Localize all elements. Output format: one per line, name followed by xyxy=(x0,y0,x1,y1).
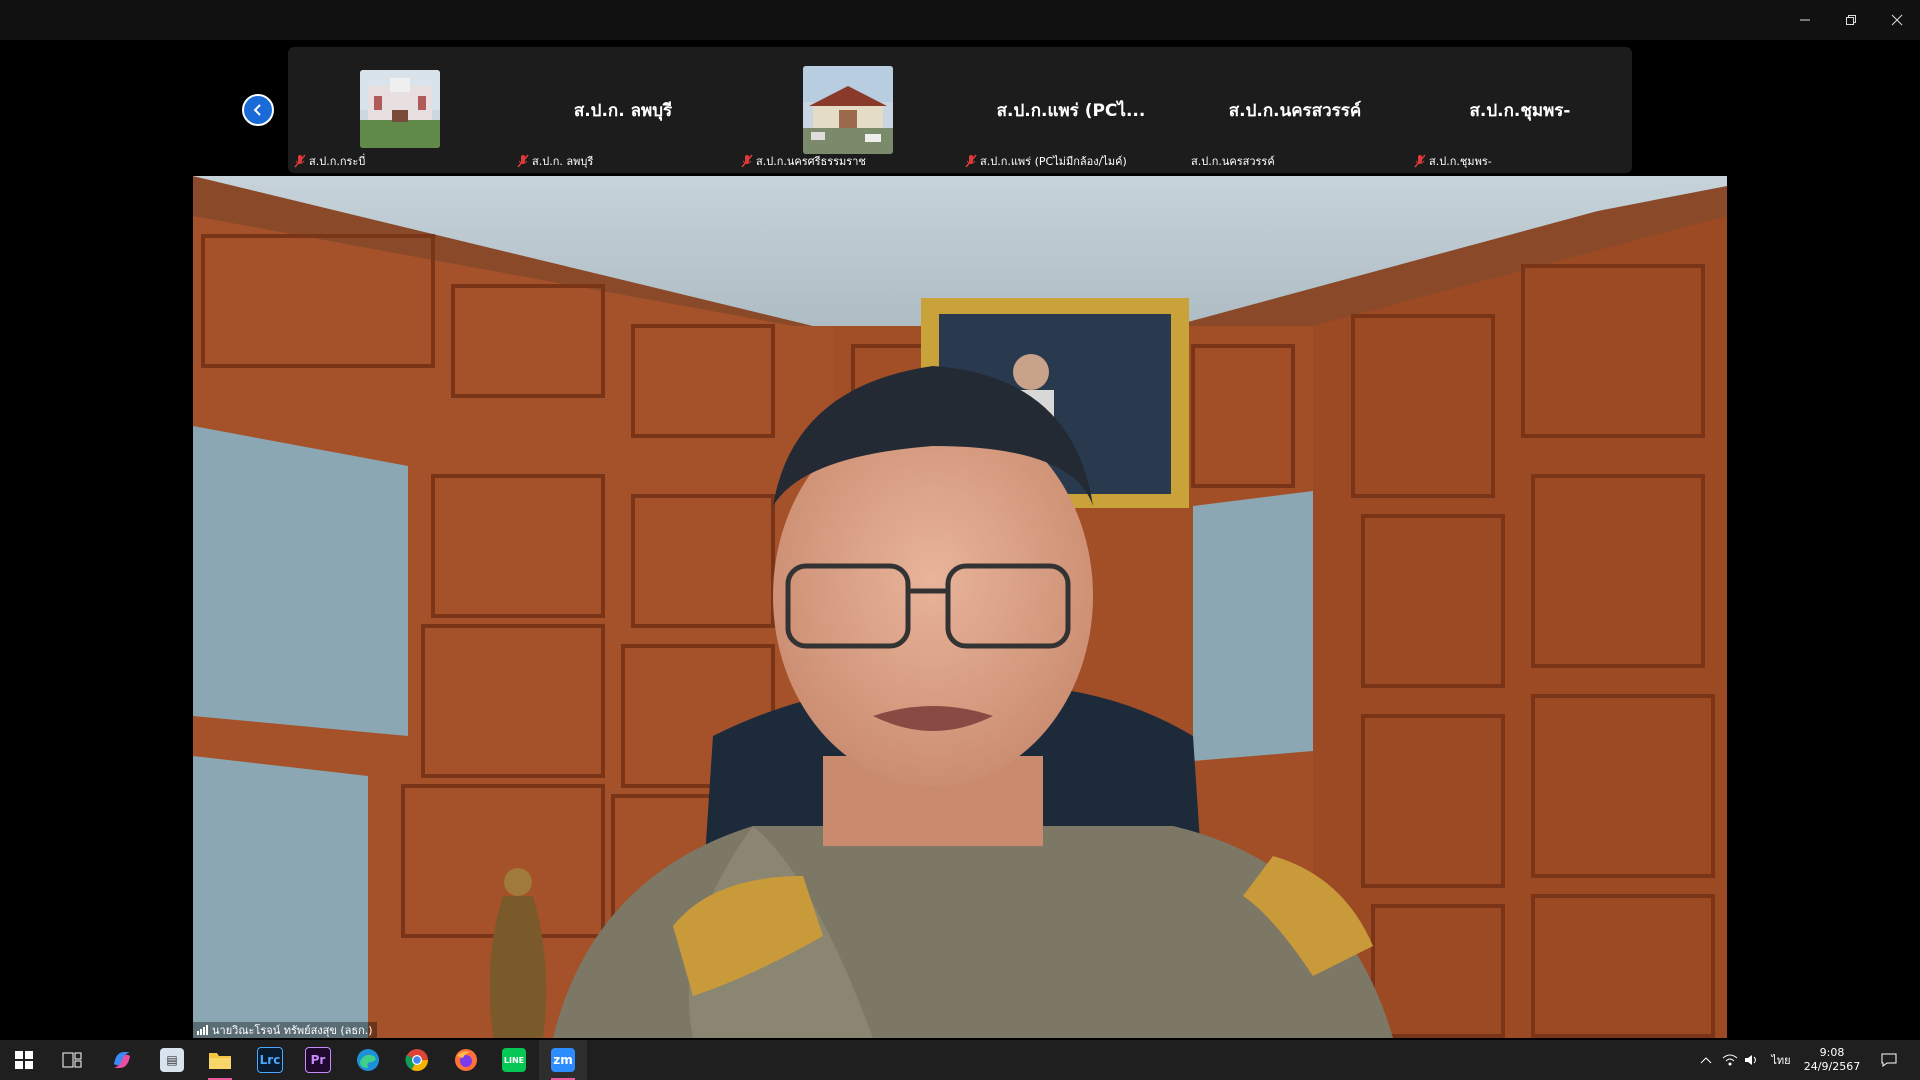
chevron-up-icon xyxy=(1700,1057,1712,1064)
signal-bars-icon xyxy=(197,1025,208,1035)
participant-tile[interactable]: ส.ป.ก.ชุมพร- ส.ป.ก.ชุมพร- xyxy=(1410,52,1630,172)
mic-muted-icon xyxy=(965,154,977,168)
wifi-icon xyxy=(1722,1054,1738,1066)
mic-muted-icon xyxy=(294,154,306,168)
active-speaker-name: นายวิณะโรจน์ ทรัพย์สงสุข (ลธก.) xyxy=(212,1024,373,1037)
pr-icon: Pr xyxy=(305,1047,331,1073)
tile-label-text: ส.ป.ก.แพร่ (PCไม่มีกล้อง/ไมค์) xyxy=(980,155,1127,168)
mic-muted-icon xyxy=(517,154,529,168)
premiere-button[interactable]: Pr xyxy=(294,1040,342,1080)
tile-label-text: ส.ป.ก.กระบี่ xyxy=(309,155,366,168)
chevron-left-icon xyxy=(253,104,261,116)
language-text: ไทย xyxy=(1771,1054,1791,1067)
zoom-icon: zm xyxy=(551,1048,575,1072)
participant-thumbnail xyxy=(803,66,893,154)
window-titlebar xyxy=(0,0,1920,40)
task-view-icon xyxy=(62,1052,82,1068)
firefox-button[interactable] xyxy=(442,1040,490,1080)
participant-name-label: ส.ป.ก.นครสวรรค์ xyxy=(1191,152,1275,170)
taskbar-clock[interactable]: 9:08 24/9/2567 xyxy=(1800,1040,1864,1080)
zoom-button[interactable]: zm xyxy=(539,1040,587,1080)
participant-tile[interactable]: ส.ป.ก.กระบี่ xyxy=(290,52,510,172)
participant-display-name: ส.ป.ก.นครสวรรค์ xyxy=(1228,101,1362,121)
speaker-icon xyxy=(1745,1055,1756,1065)
mic-muted-icon xyxy=(1414,154,1426,168)
participant-name-label: ส.ป.ก.กระบี่ xyxy=(294,152,365,170)
minimize-icon[interactable] xyxy=(1782,6,1828,34)
participant-display-name: ส.ป.ก. ลพบุรี xyxy=(573,101,673,121)
clock-date: 24/9/2567 xyxy=(1803,1060,1861,1073)
participant-display-name: ส.ป.ก.แพร่ (PCไ... xyxy=(996,101,1146,121)
edge-icon xyxy=(357,1049,379,1071)
tile-label-text: ส.ป.ก. ลพบุรี xyxy=(532,155,594,168)
show-hidden-icons-button[interactable] xyxy=(1696,1040,1716,1080)
file-explorer-button[interactable] xyxy=(196,1040,244,1080)
participant-thumbnail xyxy=(360,70,440,148)
firefox-icon xyxy=(455,1049,477,1071)
close-icon[interactable] xyxy=(1874,6,1920,34)
copilot-icon xyxy=(114,1052,130,1068)
participant-tile[interactable]: ส.ป.ก.นครศรีธรรมราช xyxy=(737,52,957,172)
notification-icon xyxy=(1881,1053,1897,1067)
copilot-button[interactable] xyxy=(98,1040,146,1080)
gallery-prev-button[interactable] xyxy=(242,94,274,126)
app-icon: ▤ xyxy=(160,1048,184,1072)
lrc-icon: Lrc xyxy=(257,1047,283,1073)
participant-tile[interactable]: ส.ป.ก.นครสวรรค์ ส.ป.ก.นครสวรรค์ xyxy=(1185,52,1405,172)
tile-label-text: ส.ป.ก.ชุมพร- xyxy=(1429,155,1492,168)
app-button[interactable]: ▤ xyxy=(148,1040,196,1080)
chrome-icon xyxy=(405,1049,428,1071)
participant-name-label: ส.ป.ก.ชุมพร- xyxy=(1414,152,1492,170)
tile-label-text: ส.ป.ก.นครสวรรค์ xyxy=(1191,155,1275,168)
participant-name-label: ส.ป.ก.แพร่ (PCไม่มีกล้อง/ไมค์) xyxy=(965,152,1127,170)
active-speaker-label: นายวิณะโรจน์ ทรัพย์สงสุข (ลธก.) xyxy=(193,1022,377,1038)
mic-muted-icon xyxy=(741,154,753,168)
participant-display-name: ส.ป.ก.ชุมพร- xyxy=(1469,101,1571,121)
folder-icon xyxy=(209,1053,231,1069)
participant-name-label: ส.ป.ก.นครศรีธรรมราช xyxy=(741,152,866,170)
network-status[interactable] xyxy=(1720,1040,1740,1080)
edge-button[interactable] xyxy=(344,1040,392,1080)
tile-label-text: ส.ป.ก.นครศรีธรรมราช xyxy=(756,155,866,168)
line-icon: LINE xyxy=(502,1048,526,1072)
active-speaker-video xyxy=(193,176,1727,1038)
windows-icon xyxy=(15,1051,33,1069)
language-indicator[interactable]: ไทย xyxy=(1766,1040,1796,1080)
task-view-button[interactable] xyxy=(48,1040,96,1080)
restore-icon[interactable] xyxy=(1828,6,1874,34)
line-button[interactable]: LINE xyxy=(490,1040,538,1080)
volume-control[interactable] xyxy=(1742,1040,1762,1080)
chrome-button[interactable] xyxy=(393,1040,441,1080)
start-button[interactable] xyxy=(0,1040,48,1080)
notifications-button[interactable] xyxy=(1874,1040,1904,1080)
participant-tile[interactable]: ส.ป.ก. ลพบุรี ส.ป.ก. ลพบุรี xyxy=(513,52,733,172)
lightroom-button[interactable]: Lrc xyxy=(246,1040,294,1080)
clock-time: 9:08 xyxy=(1819,1046,1845,1059)
participant-name-label: ส.ป.ก. ลพบุรี xyxy=(517,152,593,170)
windows-taskbar: ▤ Lrc Pr LINE zm ไทย 9:08 24/9/2567 xyxy=(0,1040,1920,1080)
participant-tile[interactable]: ส.ป.ก.แพร่ (PCไ... ส.ป.ก.แพร่ (PCไม่มีกล… xyxy=(961,52,1181,172)
